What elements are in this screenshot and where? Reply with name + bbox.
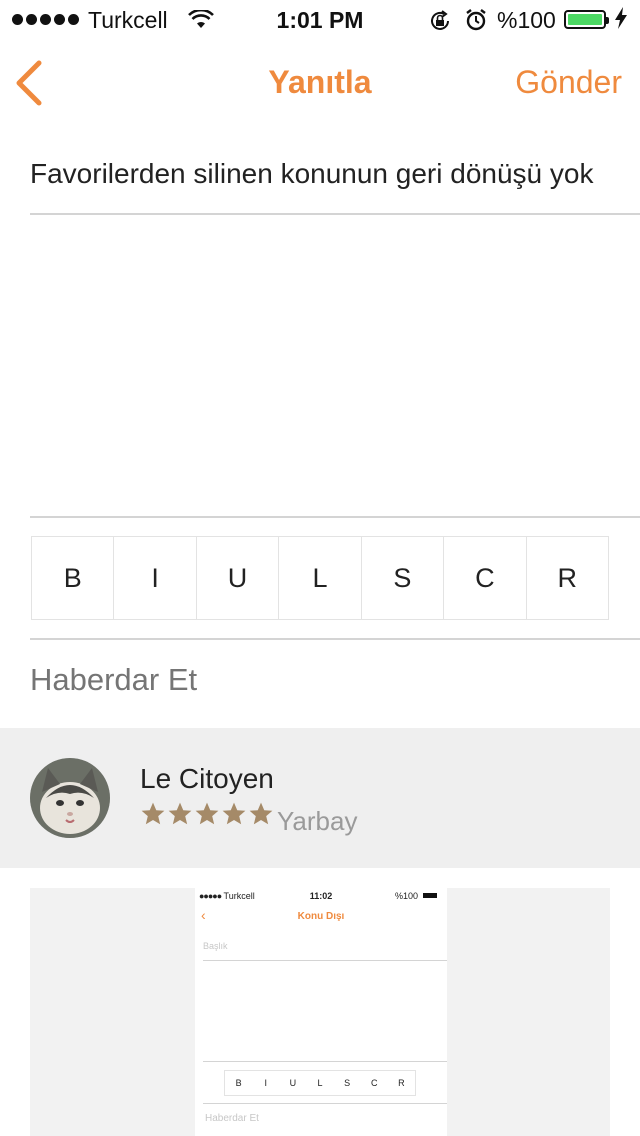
mini-divider xyxy=(203,1061,447,1062)
mini-button: S xyxy=(344,1078,351,1088)
align-left-button[interactable]: L xyxy=(279,537,362,619)
screenshot-thumbnail: ●●●●● Turkcell 11:02 %100 ‹ Konu Dışı Ba… xyxy=(195,888,447,1136)
mini-subject-placeholder: Başlık xyxy=(203,941,228,951)
message-body-textarea[interactable] xyxy=(30,220,614,514)
alarm-icon xyxy=(464,8,488,38)
mini-button: R xyxy=(398,1078,405,1088)
mini-button: C xyxy=(371,1078,378,1088)
align-center-button[interactable]: C xyxy=(444,537,527,619)
avatar xyxy=(30,758,110,838)
star-icon xyxy=(249,802,273,825)
subject-divider xyxy=(30,213,640,215)
mini-battery: %100 xyxy=(395,891,419,901)
toolbar-divider xyxy=(30,638,640,640)
charging-icon xyxy=(615,7,627,35)
star-icon xyxy=(195,802,219,825)
bold-button[interactable]: B xyxy=(32,537,115,619)
italic-button[interactable]: I xyxy=(114,537,197,619)
strikethrough-button[interactable]: S xyxy=(362,537,445,619)
attached-screenshot[interactable]: ●●●●● Turkcell 11:02 %100 ‹ Konu Dışı Ba… xyxy=(30,888,610,1136)
mini-title: Konu Dışı xyxy=(297,911,345,922)
mini-button: I xyxy=(264,1078,267,1088)
underline-button[interactable]: U xyxy=(197,537,280,619)
mini-format-toolbar: B I U L S C R xyxy=(224,1070,416,1096)
mini-button: L xyxy=(317,1078,323,1088)
subject-input[interactable] xyxy=(30,154,610,194)
format-toolbar: B I U L S C R xyxy=(31,536,609,620)
user-rank: Yarbay xyxy=(277,806,358,836)
send-button[interactable]: Gönder xyxy=(515,64,622,101)
mini-divider xyxy=(203,1103,447,1104)
rating-stars xyxy=(140,801,274,827)
align-right-button[interactable]: R xyxy=(527,537,608,619)
mini-button: B xyxy=(235,1078,242,1088)
star-icon xyxy=(222,802,246,825)
rotation-lock-icon xyxy=(428,9,452,39)
user-name: Le Citoyen xyxy=(140,763,274,794)
mention-input[interactable] xyxy=(30,662,610,698)
mini-button: U xyxy=(289,1078,297,1088)
mini-mention-placeholder: Haberdar Et xyxy=(205,1113,259,1124)
battery-percent: %100 xyxy=(497,7,556,33)
status-bar: Turkcell 1:01 PM %100 xyxy=(0,0,640,40)
star-icon xyxy=(141,802,165,825)
star-icon xyxy=(168,802,192,825)
body-divider xyxy=(30,516,640,518)
battery-icon xyxy=(564,10,609,29)
user-suggestion-item[interactable]: Le Citoyen Yarbay xyxy=(0,728,640,868)
mini-battery-icon xyxy=(423,893,437,898)
mini-divider xyxy=(203,960,447,961)
